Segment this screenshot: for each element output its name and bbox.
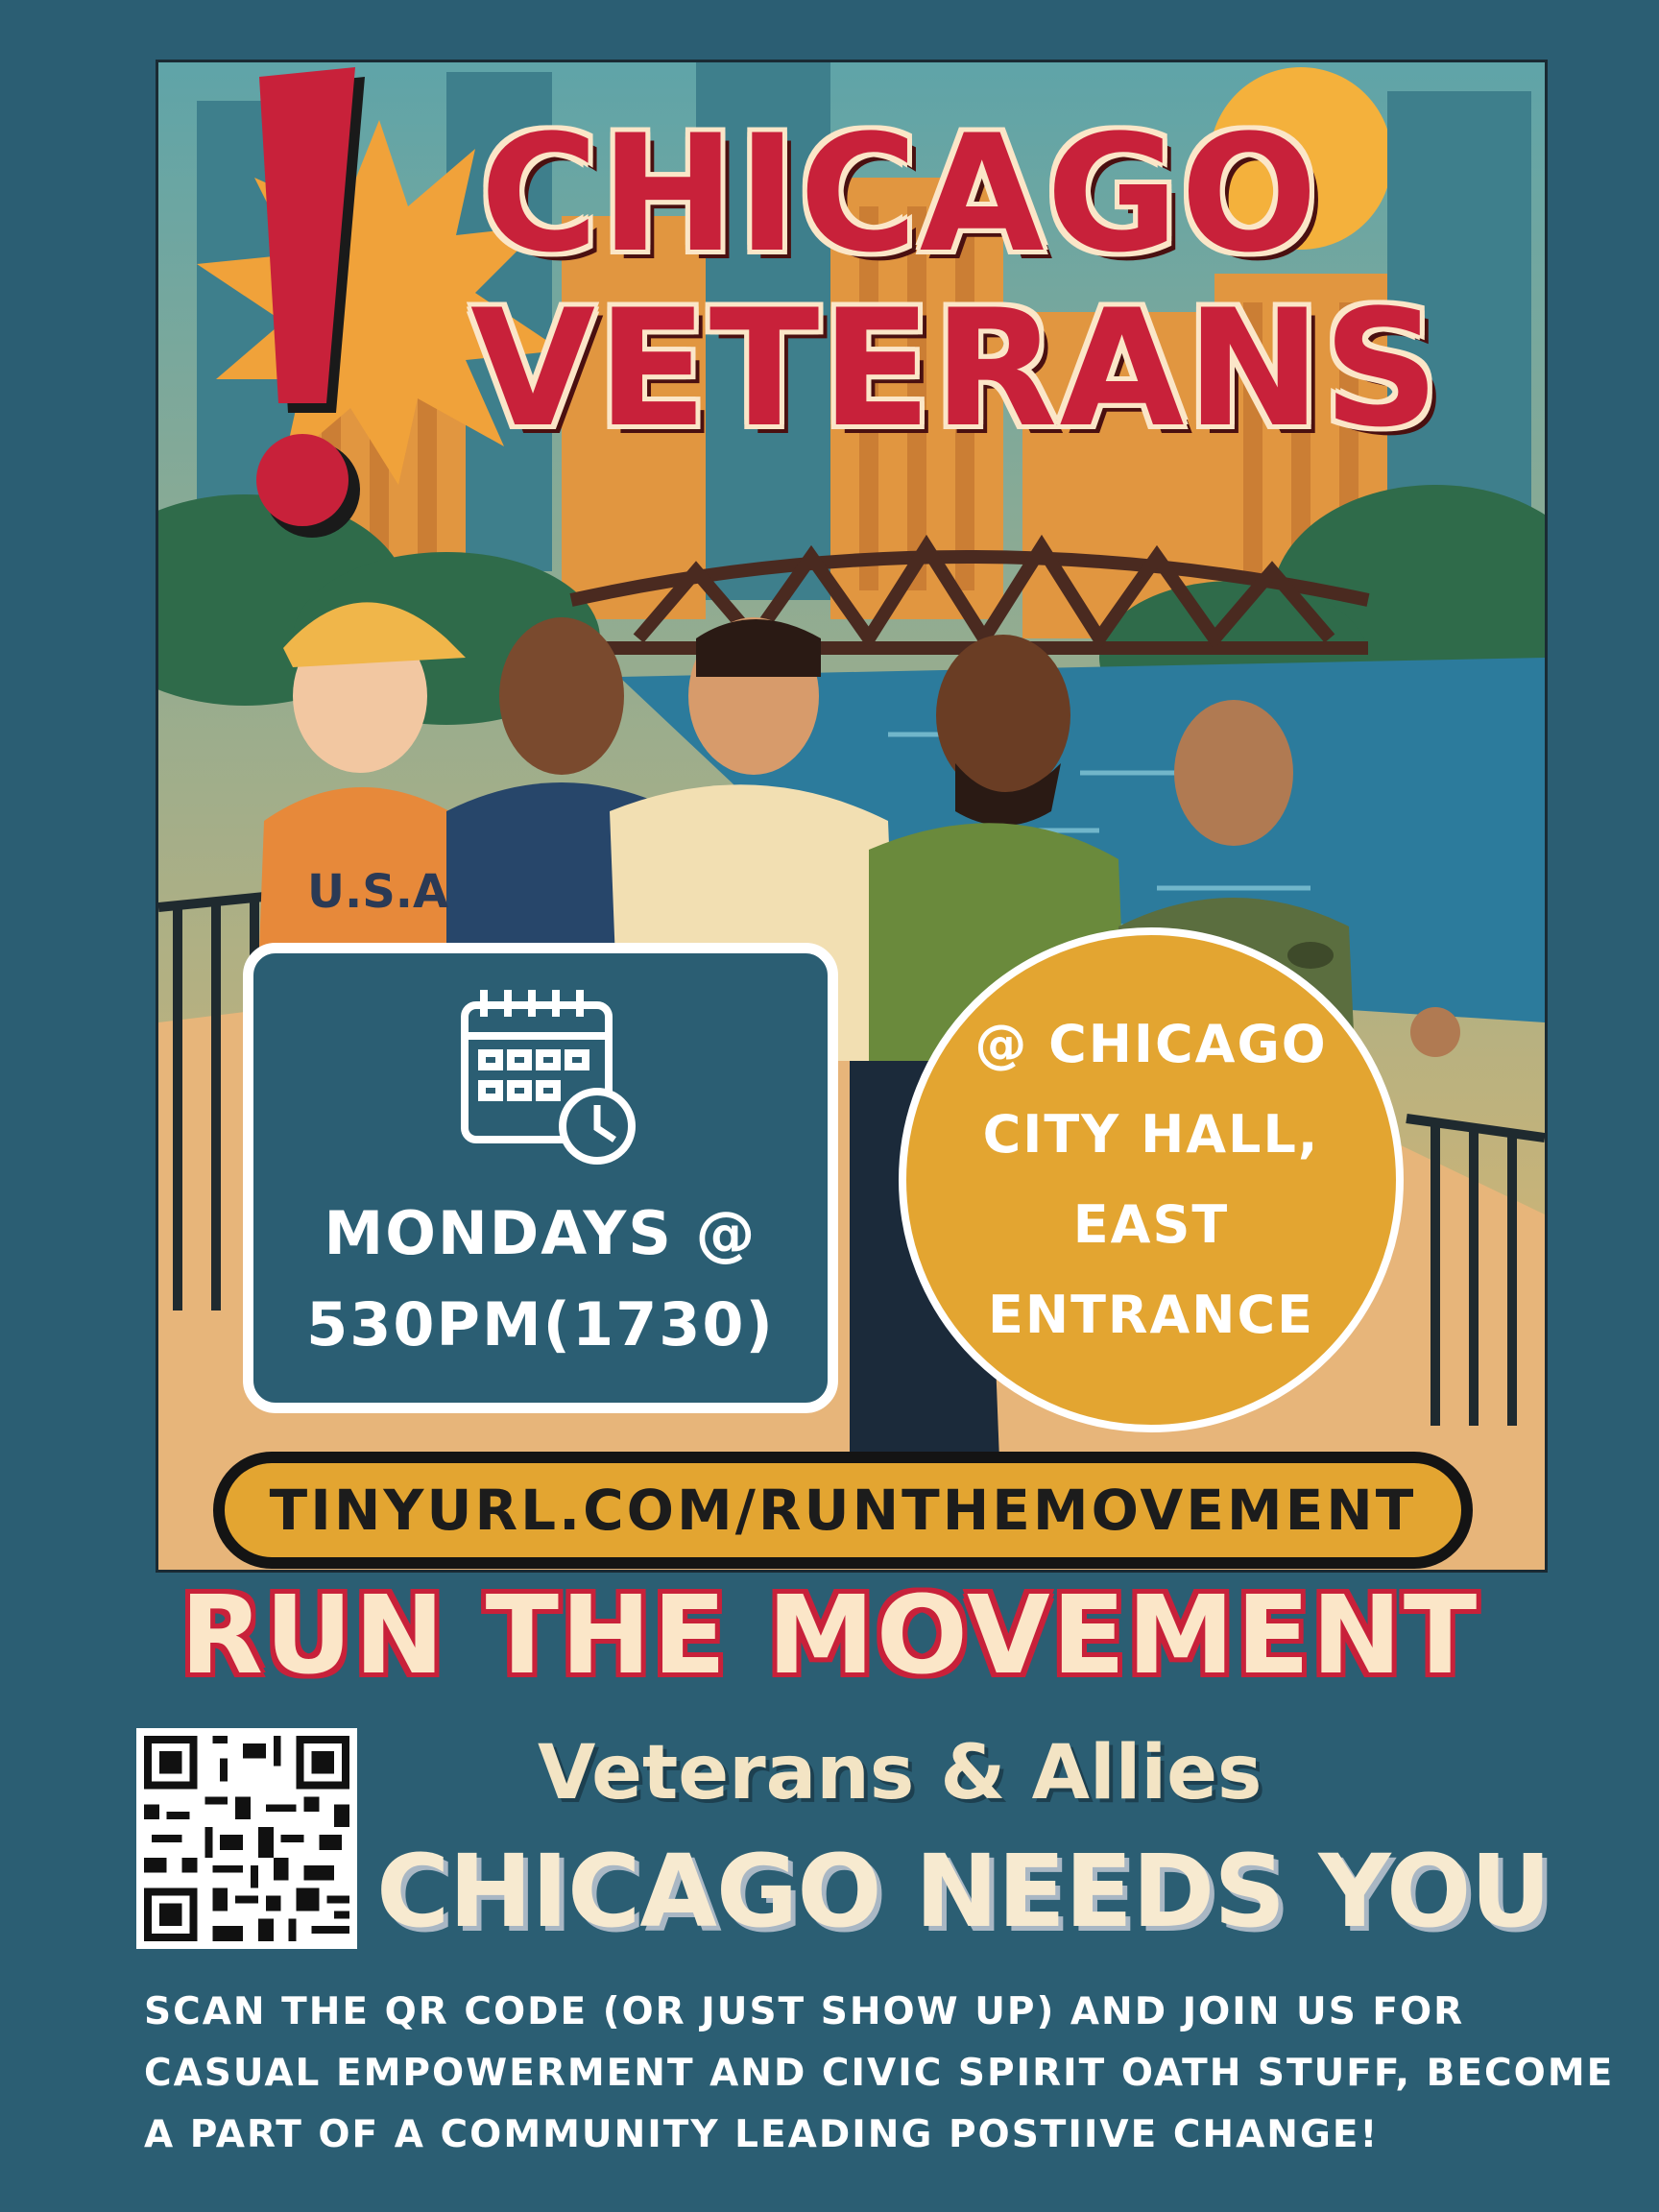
location-line: CITY HALL, xyxy=(982,1104,1320,1165)
description-line: SCAN THE QR CODE (OR JUST SHOW UP) AND J… xyxy=(144,1990,1465,2033)
shirt-text: U.S.A xyxy=(307,865,448,919)
headline-veterans: VETERANS xyxy=(470,275,1442,463)
schedule-day: MONDAYS @ xyxy=(324,1198,757,1268)
description-line: A PART OF A COMMUNITY LEADING POSTIIVE C… xyxy=(144,2113,1380,2156)
url-link[interactable]: TINYURL.COM/RUNTHEMOVEMENT xyxy=(213,1452,1473,1569)
qr-code-icon[interactable] xyxy=(136,1728,357,1949)
location-line: EAST xyxy=(1072,1194,1230,1255)
call-to-action: CHICAGO NEEDS YOU xyxy=(376,1833,1551,1950)
description-line: CASUAL EMPOWERMENT AND CIVIC SPIRIT OATH… xyxy=(144,2052,1615,2095)
schedule-card: MONDAYS @ 530PM(1730) xyxy=(243,943,838,1413)
location-line: @ CHICAGO xyxy=(974,1014,1328,1074)
calendar-clock-icon xyxy=(461,990,636,1165)
schedule-time: 530PM(1730) xyxy=(306,1289,775,1359)
description-text: SCAN THE QR CODE (OR JUST SHOW UP) AND J… xyxy=(144,1982,1615,2166)
event-title: RUN THE MOVEMENT xyxy=(180,1574,1479,1698)
exclamation-icon xyxy=(256,67,365,538)
headline-chicago: CHICAGO xyxy=(480,100,1320,288)
audience-subtitle: Veterans & Allies xyxy=(538,1730,1262,1816)
url-text: TINYURL.COM/RUNTHEMOVEMENT xyxy=(269,1478,1417,1543)
location-badge: @ CHICAGO CITY HALL, EAST ENTRANCE xyxy=(899,927,1404,1432)
location-line: ENTRANCE xyxy=(988,1285,1314,1345)
